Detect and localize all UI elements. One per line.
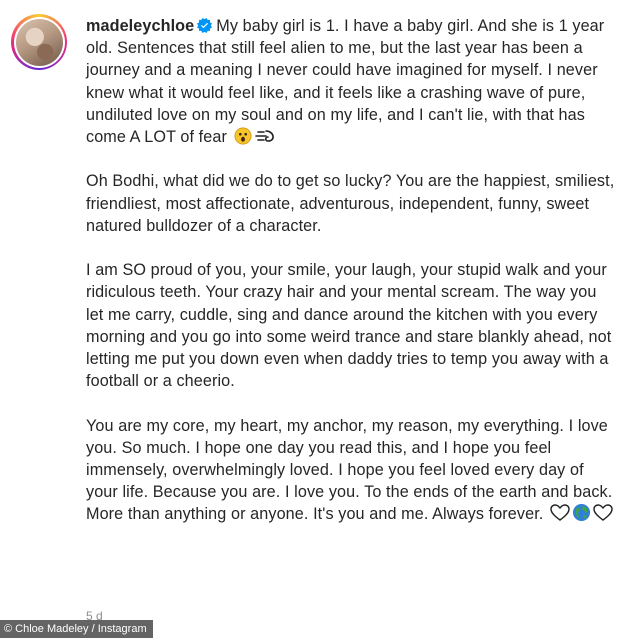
post-caption: madeleychloe My baby girl is 1. I have a… bbox=[86, 15, 618, 526]
verified-badge-icon bbox=[197, 18, 213, 33]
profile-avatar[interactable] bbox=[11, 14, 67, 70]
globe-emoji bbox=[572, 504, 591, 522]
white-heart-emoji bbox=[593, 504, 613, 522]
caption-text-1: My baby girl is 1. I have a baby girl. A… bbox=[86, 17, 605, 147]
caption-paragraph-1: madeleychloe My baby girl is 1. I have a… bbox=[86, 15, 618, 148]
white-heart-emoji bbox=[550, 504, 570, 522]
avatar-photo bbox=[15, 18, 63, 66]
caption-text-4: You are my core, my heart, my anchor, my… bbox=[86, 416, 613, 524]
caption-paragraph-3: I am SO proud of you, your smile, your l… bbox=[86, 261, 612, 391]
astonished-face-emoji bbox=[234, 127, 252, 145]
username-link[interactable]: madeleychloe bbox=[86, 17, 194, 35]
photo-credit: © Chloe Madeley / Instagram bbox=[0, 620, 153, 638]
caption-paragraph-4: You are my core, my heart, my anchor, my… bbox=[86, 415, 618, 526]
caption-paragraph-2: Oh Bodhi, what did we do to get so lucky… bbox=[86, 172, 615, 235]
dashing-away-emoji bbox=[254, 130, 274, 142]
instagram-caption-card: madeleychloe My baby girl is 1. I have a… bbox=[0, 0, 634, 638]
